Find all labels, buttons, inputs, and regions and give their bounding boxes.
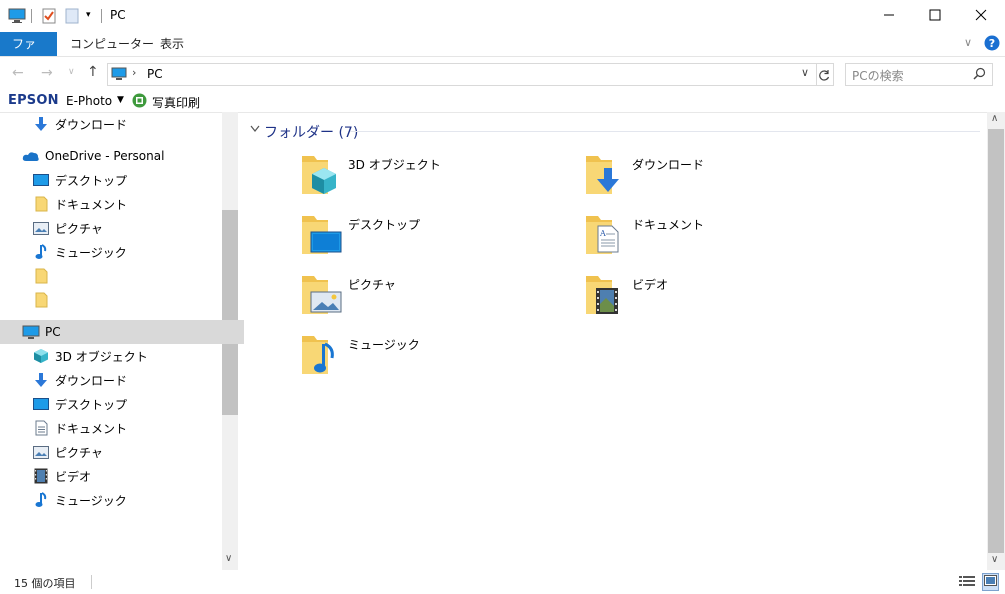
documents-folder-icon: A [584,212,626,259]
desktop-icon [32,171,50,189]
scroll-down-icon[interactable]: ∨ [225,553,232,564]
nav-item-downloads-pc[interactable]: ダウンロード [0,368,254,392]
videos-folder-icon [584,272,626,319]
recent-locations-icon[interactable]: ∨ [68,67,75,77]
breadcrumb-pc[interactable]: PC [147,67,163,81]
content-scrollbar[interactable]: ∧ ∨ [987,112,1005,570]
pc-icon [8,8,26,27]
photo-print-button[interactable]: 写真印刷 [152,94,200,111]
folder-tile-desktop[interactable]: デスクトップ [300,212,560,268]
minimize-button[interactable] [866,0,912,30]
content-scrollbar-thumb[interactable] [988,129,1004,553]
epson-logo: EPSON [8,93,59,108]
nav-item-pictures-onedrive[interactable]: ピクチャ [0,216,254,240]
address-row: ← → ∨ ↑ › PC ∨ PCの検索 [0,57,1005,89]
nav-item-onedrive[interactable]: OneDrive - Personal [0,144,244,168]
maximize-button[interactable] [912,0,958,30]
group-divider [350,131,980,132]
folder-tile-music[interactable]: ミュージック [300,332,560,388]
nav-item-music-onedrive[interactable]: ミュージック [0,240,254,264]
epson-toolbar: EPSON E-Photo ▼ 写真印刷 [0,90,1005,113]
svg-text:A: A [599,229,606,238]
onedrive-cloud-icon [22,147,40,165]
group-header[interactable]: フォルダー (7) [264,122,358,142]
address-bar[interactable]: › PC ∨ [107,63,817,86]
document-icon [32,419,50,437]
properties-icon[interactable] [42,8,56,27]
ephoto-button[interactable]: E-Photo [66,94,112,108]
address-dropdown-icon[interactable]: ∨ [801,66,809,79]
folder-tile-documents[interactable]: A ドキュメント [584,212,844,268]
music-note-icon [32,243,50,261]
music-folder-icon [300,332,342,379]
refresh-button[interactable] [815,63,834,86]
pc-icon [111,67,127,84]
3d-objects-icon [32,347,50,365]
group-collapse-icon[interactable] [250,122,260,136]
quick-access-dropdown-icon[interactable]: ▾ [86,10,91,20]
nav-item-documents-pc[interactable]: ドキュメント [0,416,254,440]
close-button[interactable] [958,0,1004,30]
search-icon[interactable] [973,67,986,83]
ribbon-tabs: ファイル コンピューター 表示 ∨ ? [0,32,1005,75]
breadcrumb-chevron-icon[interactable]: › [132,66,136,79]
nav-item-desktop-onedrive[interactable]: デスクトップ [0,168,254,192]
video-icon [32,467,50,485]
scroll-down-icon[interactable]: ∨ [991,554,998,565]
svg-text:?: ? [989,37,995,50]
nav-item-videos-pc[interactable]: ビデオ [0,464,254,488]
nav-item-music-pc[interactable]: ミュージック [0,488,254,512]
forward-arrow-icon[interactable]: → [41,65,53,81]
details-view-icon[interactable] [959,575,975,591]
folder-icon [32,291,50,309]
nav-item-desktop-pc[interactable]: デスクトップ [0,392,254,416]
up-arrow-icon[interactable]: ↑ [87,64,99,80]
nav-item-pc[interactable]: PC [0,320,244,344]
item-count: 15 個の項目 [14,577,76,590]
nav-item-folder-1[interactable] [0,264,254,288]
desktop-folder-icon [300,212,342,259]
download-arrow-icon [32,115,50,133]
nav-item-pictures-pc[interactable]: ピクチャ [0,440,254,464]
title-bar: ▾ PC [0,0,1005,32]
folder-icon [32,195,50,213]
print-icon [132,93,147,111]
separator [91,575,92,589]
folder-tile-downloads[interactable]: ダウンロード [584,152,844,208]
new-folder-icon[interactable] [65,8,79,27]
downloads-folder-icon [584,152,626,199]
tab-file[interactable]: ファイル [0,32,57,75]
desktop-icon [32,395,50,413]
separator [31,9,32,23]
expand-ribbon-icon[interactable]: ∨ [964,36,972,49]
folder-tile-pictures[interactable]: ピクチャ [300,272,560,328]
scroll-up-icon[interactable]: ∧ [991,113,998,124]
help-icon[interactable]: ? [984,35,1000,54]
3d-objects-folder-icon [300,152,342,199]
navigation-pane: ∨ ダウンロード OneDrive - Personal デスクトップ ドキュメ… [0,112,244,570]
nav-item-folder-2[interactable] [0,288,254,312]
pictures-folder-icon [300,272,342,319]
content-pane: フォルダー (7) 3D オブジェクト ダウンロード デスクトップ A ドキュメ… [240,112,987,570]
nav-item-3d-objects[interactable]: 3D オブジェクト [0,344,254,368]
folder-tile-3d-objects[interactable]: 3D オブジェクト [300,152,560,208]
separator [101,9,102,23]
pictures-icon [32,443,50,461]
ephoto-dropdown-icon[interactable]: ▼ [117,95,124,105]
status-bar: 15 個の項目 [0,570,1005,594]
large-icons-view-icon[interactable] [982,573,999,591]
pc-icon [22,323,40,341]
search-box[interactable]: PCの検索 [845,63,993,86]
folder-tile-videos[interactable]: ビデオ [584,272,844,328]
search-input[interactable]: PCの検索 [852,67,904,84]
pictures-icon [32,219,50,237]
download-arrow-icon [32,371,50,389]
nav-item-downloads[interactable]: ダウンロード [0,112,254,136]
back-arrow-icon[interactable]: ← [12,65,24,81]
tab-view[interactable]: 表示 [148,32,196,56]
music-note-icon [32,491,50,509]
folder-icon [32,267,50,285]
window-title: PC [110,8,126,22]
nav-item-documents-onedrive[interactable]: ドキュメント [0,192,254,216]
